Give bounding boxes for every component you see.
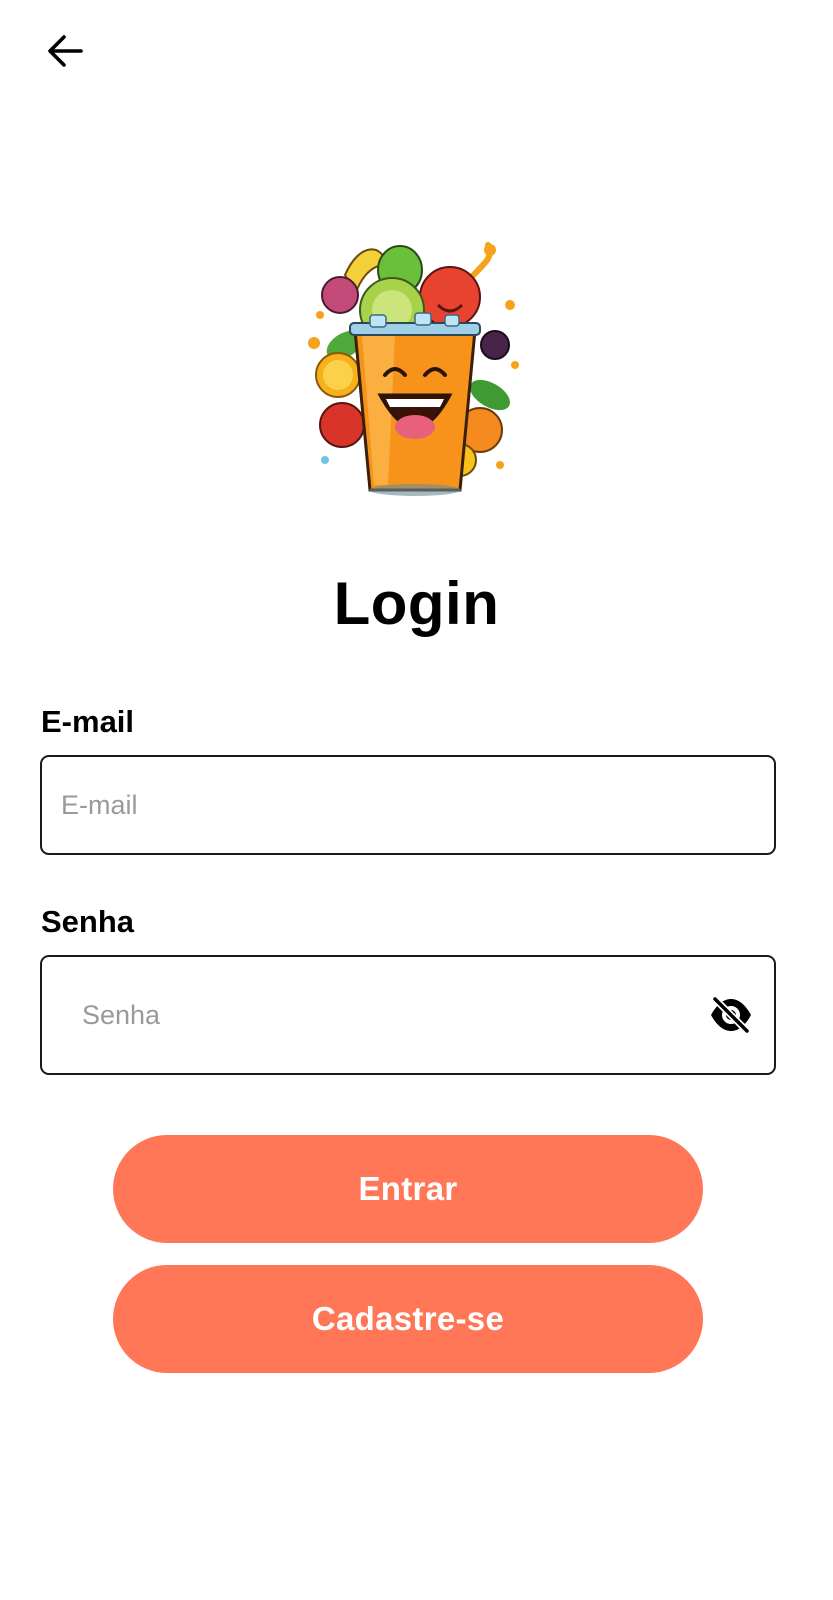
page-title: Login — [333, 570, 500, 637]
login-button[interactable]: Entrar — [113, 1135, 703, 1243]
eye-off-icon — [711, 996, 751, 1034]
signup-button[interactable]: Cadastre-se — [113, 1265, 703, 1373]
email-label: E-mail — [41, 704, 135, 739]
arrow-left-icon — [48, 35, 83, 67]
password-field-container — [40, 955, 776, 1075]
password-field[interactable] — [82, 957, 694, 1073]
password-visibility-toggle[interactable] — [708, 995, 754, 1035]
password-label: Senha — [41, 904, 135, 939]
email-field[interactable] — [61, 757, 755, 853]
email-field-container — [40, 755, 776, 855]
app-logo — [300, 235, 530, 505]
back-button[interactable] — [40, 30, 90, 72]
